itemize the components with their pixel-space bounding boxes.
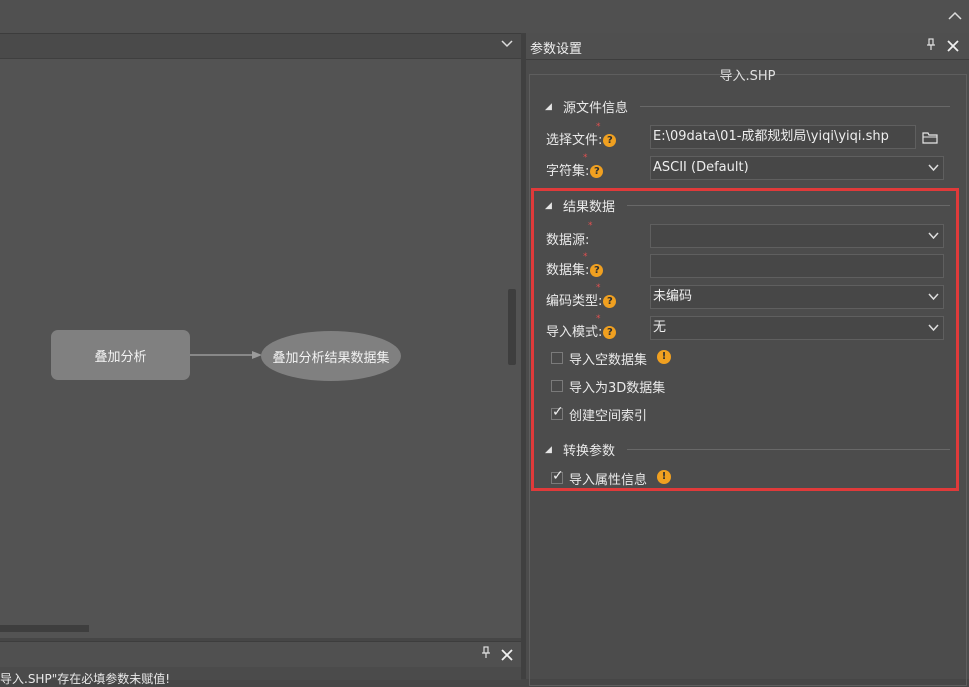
process-node[interactable]: 叠加分析 — [51, 330, 190, 380]
close-icon[interactable] — [946, 35, 960, 58]
chevron-down-icon — [928, 286, 939, 308]
dataset-label: 数据集:? — [546, 259, 604, 278]
pin-icon[interactable] — [926, 38, 936, 55]
charset-select[interactable]: ASCII (Default) — [650, 156, 944, 180]
import-empty-checkbox[interactable] — [551, 352, 563, 364]
import-mode-select[interactable]: 无 — [650, 316, 944, 340]
checkmark-icon: ✓ — [552, 468, 564, 484]
result-dataset-node[interactable]: 叠加分析结果数据集 — [261, 331, 401, 381]
import-empty-label: 导入空数据集 — [569, 353, 648, 368]
section-source-label: 源文件信息 — [563, 101, 629, 116]
encode-type-label: 编码类型:? — [546, 290, 617, 309]
process-node-label: 叠加分析 — [94, 349, 147, 365]
section-divider — [627, 205, 950, 206]
required-mark: * — [596, 283, 601, 293]
checkmark-icon: ✓ — [552, 404, 564, 420]
required-mark: * — [583, 252, 588, 262]
spatial-index-label: 创建空间索引 — [569, 409, 648, 424]
chevron-up-icon[interactable] — [947, 9, 965, 25]
warning-icon[interactable]: ! — [657, 350, 671, 364]
required-mark: * — [596, 314, 601, 324]
warning-icon[interactable]: ! — [657, 470, 671, 484]
panel-header: 参数设置 — [526, 33, 969, 60]
vertical-scrollbar[interactable] — [508, 289, 516, 365]
output-header — [0, 642, 521, 667]
dataset-input[interactable] — [650, 254, 944, 278]
collapse-triangle-icon: ◢ — [545, 101, 552, 112]
group-title: 导入.SHP — [719, 69, 776, 84]
horizontal-scrollbar[interactable] — [0, 625, 89, 632]
section-source-file[interactable]: ◢ 源文件信息 — [545, 97, 950, 116]
connector-arrow — [190, 351, 262, 359]
help-icon[interactable]: ? — [603, 134, 617, 147]
collapse-triangle-icon: ◢ — [545, 444, 552, 455]
chevron-down-icon — [928, 225, 939, 247]
model-canvas-panel[interactable]: 叠加分析 叠加分析结果数据集 — [0, 33, 521, 638]
help-icon[interactable]: ? — [590, 264, 604, 277]
encode-type-value: 未编码 — [653, 289, 693, 304]
chevron-down-icon — [928, 157, 939, 179]
close-icon[interactable] — [500, 644, 514, 667]
charset-label: 字符集:? — [546, 160, 604, 179]
import-3d-label: 导入为3D数据集 — [569, 381, 666, 396]
encode-type-select[interactable]: 未编码 — [650, 285, 944, 309]
section-divider — [627, 449, 950, 450]
collapse-triangle-icon: ◢ — [545, 200, 552, 211]
section-convert-label: 转换参数 — [563, 444, 616, 459]
help-icon[interactable]: ? — [590, 165, 604, 178]
section-divider — [640, 106, 950, 107]
spatial-index-checkbox[interactable]: ✓ — [551, 404, 564, 420]
file-label: 选择文件:? — [546, 129, 617, 148]
canvas-header — [0, 34, 521, 59]
pin-icon[interactable] — [481, 646, 491, 663]
section-result-data[interactable]: ◢ 结果数据 — [545, 196, 950, 215]
import-3d-checkbox[interactable] — [551, 380, 563, 392]
required-mark: * — [596, 122, 601, 132]
required-mark: * — [588, 221, 593, 231]
import-mode-value: 无 — [653, 320, 667, 335]
import-attr-label: 导入属性信息 — [569, 473, 648, 488]
required-mark: * — [583, 153, 588, 163]
import-mode-label: 导入模式:? — [546, 321, 617, 340]
output-panel: 导入.SHP"存在必填参数未赋值! — [0, 641, 521, 686]
file-path-input[interactable]: E:\09data\01-成都规划局\yiqi\yiqi.shp — [650, 125, 916, 149]
charset-value: ASCII (Default) — [653, 160, 749, 175]
import-attr-checkbox[interactable]: ✓ — [551, 468, 564, 484]
parameter-settings-panel: 参数设置 导入.SHP ◢ 源文件信息 选择文件:? * E:\09data\0… — [526, 33, 969, 686]
section-result-label: 结果数据 — [563, 200, 616, 215]
top-bar — [0, 0, 969, 33]
section-convert-params[interactable]: ◢ 转换参数 — [545, 440, 950, 459]
datasource-select[interactable] — [650, 224, 944, 248]
chevron-down-icon[interactable] — [501, 37, 513, 53]
help-icon[interactable]: ? — [603, 326, 617, 339]
help-icon[interactable]: ? — [603, 295, 617, 308]
folder-icon[interactable] — [922, 130, 938, 144]
result-node-label: 叠加分析结果数据集 — [272, 350, 390, 366]
datasource-label: 数据源: — [546, 233, 590, 248]
chevron-down-icon — [928, 317, 939, 339]
panel-title: 参数设置 — [530, 42, 583, 57]
